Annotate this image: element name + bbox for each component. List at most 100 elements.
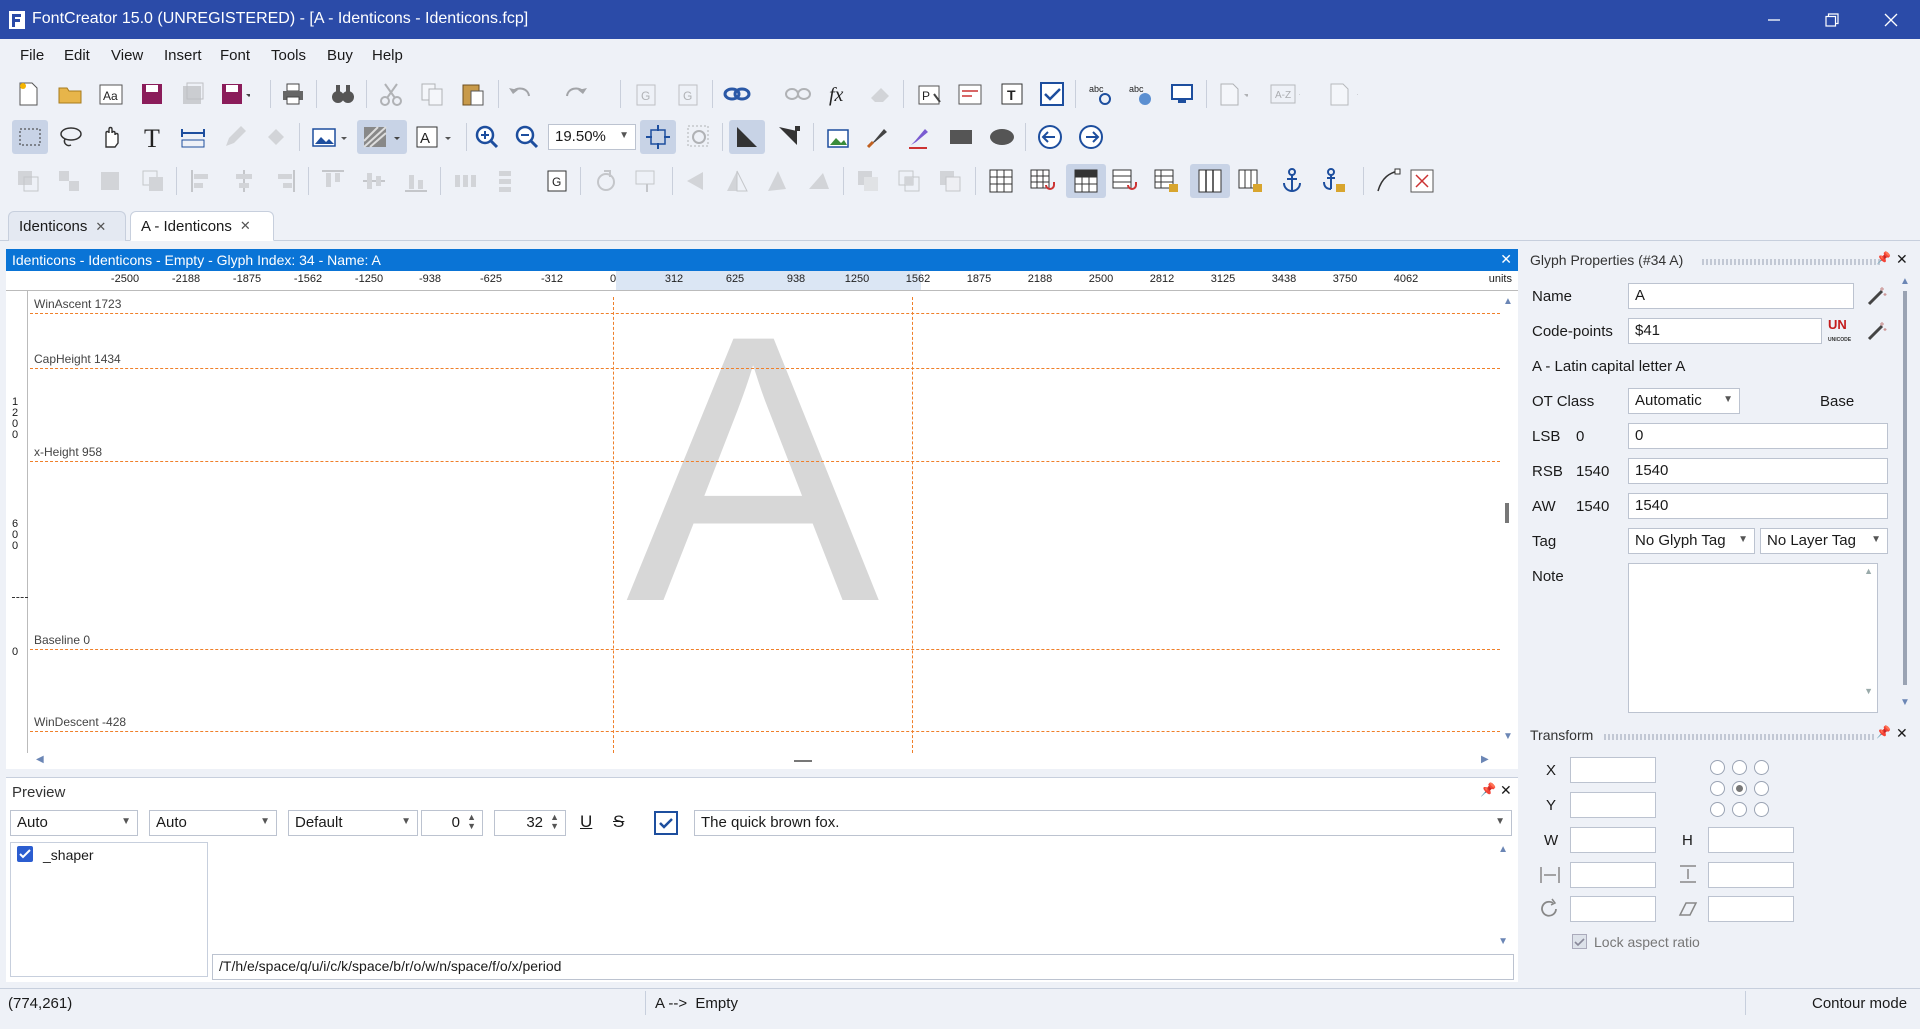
align-middle-button[interactable] <box>358 165 390 197</box>
skew-button[interactable] <box>762 165 794 197</box>
codepoints-input[interactable]: $41 <box>1628 318 1822 344</box>
print-button[interactable] <box>277 78 309 110</box>
lsb-line[interactable] <box>613 297 614 753</box>
check-option-button[interactable] <box>654 811 678 835</box>
undo-button[interactable] <box>506 78 538 110</box>
tab-a-identicons[interactable]: A - Identicons ✕ <box>130 211 274 241</box>
spell-check-button[interactable]: abc <box>1085 78 1117 110</box>
underline-icon[interactable]: U <box>580 812 592 832</box>
scroll-down-icon[interactable]: ▼ <box>1864 686 1873 696</box>
new-font-button[interactable] <box>12 78 44 110</box>
glyph-name-input[interactable]: A <box>1628 283 1854 309</box>
preview-render-area[interactable]: ▲ ▼ <box>212 842 1512 952</box>
rectangle-tool-button[interactable] <box>945 121 977 153</box>
note-textarea[interactable]: ▲ ▼ <box>1628 563 1878 713</box>
menu-help[interactable]: Help <box>372 47 403 64</box>
origin-radio-bl[interactable] <box>1710 802 1725 817</box>
rsb-input[interactable]: 1540 <box>1628 458 1888 484</box>
find-button[interactable] <box>327 78 359 110</box>
xheight-line[interactable] <box>30 461 1500 462</box>
strikethrough-icon[interactable]: S <box>613 812 624 832</box>
save-as-button[interactable] <box>218 78 250 110</box>
menu-tools[interactable]: Tools <box>271 47 306 64</box>
guide-magnet-button[interactable] <box>1108 165 1140 197</box>
menu-insert[interactable]: Insert <box>164 47 202 64</box>
anchor-button[interactable] <box>1276 165 1308 197</box>
anchor-lock-button[interactable] <box>1317 165 1349 197</box>
horizontal-scrollbar[interactable]: ◀ ▶ <box>6 753 1518 769</box>
layer-tag-combo[interactable]: No Layer Tag ▼ <box>1760 528 1888 554</box>
close-icon[interactable]: ✕ <box>1500 782 1512 799</box>
align-bottom-button[interactable] <box>400 165 432 197</box>
web-check-button[interactable]: abc <box>1125 78 1157 110</box>
distribute-v-button[interactable] <box>489 165 521 197</box>
link-button[interactable] <box>722 78 754 110</box>
insert-glyph-button[interactable]: G <box>630 78 662 110</box>
close-window-button[interactable] <box>1862 0 1920 39</box>
scroll-up-icon[interactable]: ▲ <box>1498 844 1508 855</box>
grid-button[interactable] <box>985 165 1017 197</box>
fill-mode-button[interactable] <box>357 120 407 154</box>
contour-select-button[interactable] <box>729 120 765 154</box>
origin-radio-center[interactable] <box>1732 781 1747 796</box>
sort-button[interactable]: A-Z <box>1268 78 1300 110</box>
document-button[interactable] <box>1216 78 1248 110</box>
menu-file[interactable]: File <box>20 47 44 64</box>
formula-button[interactable]: fx <box>824 78 856 110</box>
scroll-up-icon[interactable]: ▲ <box>1503 296 1513 307</box>
flip-left-button[interactable] <box>681 165 713 197</box>
tab-identicons[interactable]: Identicons ✕ <box>8 211 126 241</box>
cut-button[interactable] <box>375 78 407 110</box>
measure-tool-button[interactable] <box>177 121 209 153</box>
group-button[interactable] <box>12 165 44 197</box>
origin-radio-bc[interactable] <box>1732 802 1747 817</box>
add-image-button[interactable] <box>822 121 854 153</box>
origin-radio-ml[interactable] <box>1710 781 1725 796</box>
advance-width-line[interactable] <box>912 297 913 753</box>
capheight-line[interactable] <box>30 368 1500 369</box>
next-glyph-button[interactable] <box>1075 121 1107 153</box>
align-left-button[interactable] <box>186 165 218 197</box>
guidelines-button[interactable] <box>1066 164 1106 198</box>
menu-font[interactable]: Font <box>220 47 250 64</box>
aw-input[interactable]: 1540 <box>1628 493 1888 519</box>
close-icon[interactable]: ✕ <box>1896 251 1908 268</box>
y-input[interactable] <box>1570 792 1656 818</box>
preview-monitor-button[interactable] <box>1167 78 1199 110</box>
glyph-properties-button[interactable]: P <box>914 78 946 110</box>
scale-x-input[interactable] <box>1570 862 1656 888</box>
paste-button[interactable] <box>457 78 489 110</box>
zoom-out-button[interactable] <box>511 121 543 153</box>
otclass-combo[interactable]: Automatic ▼ <box>1628 388 1740 414</box>
flip-h-button[interactable] <box>721 165 753 197</box>
windescent-line[interactable] <box>30 731 1500 732</box>
guide-lock-button[interactable] <box>1150 165 1182 197</box>
hand-tool-button[interactable] <box>96 121 128 153</box>
image-button[interactable] <box>308 121 352 153</box>
scroll-down-icon[interactable]: ▼ <box>1900 697 1910 708</box>
zoom-combo[interactable]: 19.50% ▼ <box>548 124 636 150</box>
vertical-scroll-thumb[interactable] <box>1505 503 1509 523</box>
glyph-reference-button[interactable]: G <box>540 165 572 197</box>
transform-button[interactable] <box>631 165 663 197</box>
copy-button[interactable] <box>416 78 448 110</box>
metrics-lines-button[interactable] <box>1190 164 1230 198</box>
metrics-button[interactable] <box>954 78 986 110</box>
text-tool-button[interactable]: T <box>996 78 1028 110</box>
close-icon[interactable]: ✕ <box>240 218 251 234</box>
erase-button[interactable] <box>865 78 897 110</box>
scale-y-input[interactable] <box>1708 862 1794 888</box>
scroll-right-icon[interactable]: ▶ <box>1481 754 1489 765</box>
skew-input[interactable] <box>1708 896 1794 922</box>
close-icon[interactable]: ✕ <box>1896 725 1908 742</box>
glyph-string-input[interactable]: /T/h/e/space/q/u/i/c/k/space/b/r/o/w/n/s… <box>212 954 1514 980</box>
horizontal-scroll-thumb[interactable] <box>794 760 812 762</box>
align-top-button[interactable] <box>317 165 349 197</box>
pin-icon[interactable]: 📌 <box>1876 251 1891 265</box>
marker-button[interactable] <box>903 121 935 153</box>
codepoints-edit-button[interactable] <box>1866 320 1888 346</box>
sample-text-input[interactable]: The quick brown fox. ▼ <box>694 810 1512 836</box>
align-center-button[interactable] <box>228 165 260 197</box>
origin-radio-tr[interactable] <box>1754 760 1769 775</box>
rotate-input[interactable] <box>1570 896 1656 922</box>
